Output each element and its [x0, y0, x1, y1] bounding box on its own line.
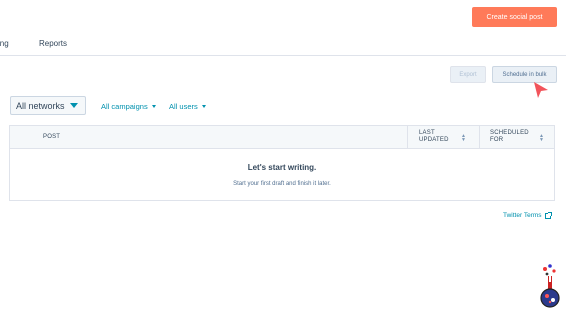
- twitter-terms-label: Twitter Terms: [503, 212, 542, 219]
- sort-icon[interactable]: ▲ ▼: [461, 134, 466, 143]
- twitter-terms-link[interactable]: Twitter Terms: [503, 211, 552, 219]
- caret-down-icon: [70, 103, 78, 108]
- top-nav: ing Reports Create social post: [0, 0, 566, 56]
- column-header-last-updated[interactable]: LAST UPDATED: [419, 130, 459, 144]
- tab-reports[interactable]: Reports: [39, 39, 67, 48]
- export-button[interactable]: Export: [450, 66, 486, 83]
- column-header-post[interactable]: POST: [43, 134, 60, 141]
- column-header-scheduled-for[interactable]: SCHEDULED FOR: [490, 130, 535, 144]
- column-divider: [479, 126, 480, 149]
- networks-dropdown[interactable]: All networks: [10, 96, 86, 115]
- sort-icon[interactable]: ▲ ▼: [539, 134, 544, 143]
- campaigns-filter[interactable]: All campaigns: [101, 102, 156, 111]
- users-filter[interactable]: All users: [169, 102, 206, 111]
- caret-down-icon: [201, 105, 206, 108]
- mascot-icon[interactable]: [537, 262, 563, 310]
- table-header: POST LAST UPDATED ▲ ▼ SCHEDULED FOR ▲ ▼: [10, 126, 554, 149]
- caret-down-icon: [151, 105, 156, 108]
- external-link-icon: [544, 211, 552, 219]
- posts-table: POST LAST UPDATED ▲ ▼ SCHEDULED FOR ▲ ▼ Le…: [9, 125, 555, 201]
- tab-publishing[interactable]: ing: [0, 39, 9, 48]
- campaigns-filter-label: All campaigns: [101, 102, 148, 111]
- users-filter-label: All users: [169, 102, 198, 111]
- create-social-post-button[interactable]: Create social post: [472, 7, 557, 27]
- cursor-arrow-icon: [534, 82, 548, 98]
- networks-dropdown-label: All networks: [16, 100, 65, 111]
- column-divider: [407, 126, 408, 149]
- empty-state-title: Let's start writing.: [247, 163, 317, 172]
- empty-state-subtitle: Start your first draft and finish it lat…: [233, 181, 331, 187]
